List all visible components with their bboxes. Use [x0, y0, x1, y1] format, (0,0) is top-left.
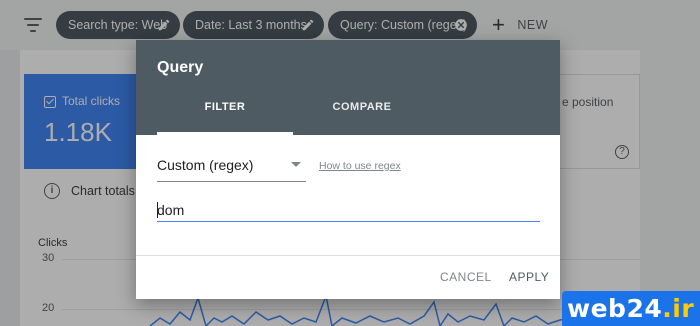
- dropdown-arrow-icon: [291, 162, 301, 167]
- active-tab-indicator: [157, 132, 293, 135]
- tab-filter[interactable]: FILTER: [157, 101, 293, 113]
- dialog-header: Query FILTER COMPARE: [136, 40, 560, 135]
- cancel-button[interactable]: CANCEL: [440, 270, 492, 284]
- apply-button[interactable]: APPLY: [509, 270, 549, 284]
- regex-help-link[interactable]: How to use regex: [319, 160, 401, 172]
- watermark-logo: web24.ir: [562, 291, 700, 326]
- text-cursor: [157, 202, 158, 218]
- query-input[interactable]: [157, 198, 540, 222]
- match-type-value: Custom (regex): [157, 157, 254, 173]
- tab-compare[interactable]: COMPARE: [294, 101, 430, 113]
- watermark-main: web24: [567, 294, 663, 323]
- match-type-select[interactable]: Custom (regex): [157, 153, 306, 182]
- dialog-divider: [136, 255, 560, 256]
- watermark-accent: .ir: [662, 294, 695, 323]
- dialog-title: Query: [157, 59, 204, 76]
- query-filter-dialog: Query FILTER COMPARE Custom (regex) How …: [136, 40, 560, 299]
